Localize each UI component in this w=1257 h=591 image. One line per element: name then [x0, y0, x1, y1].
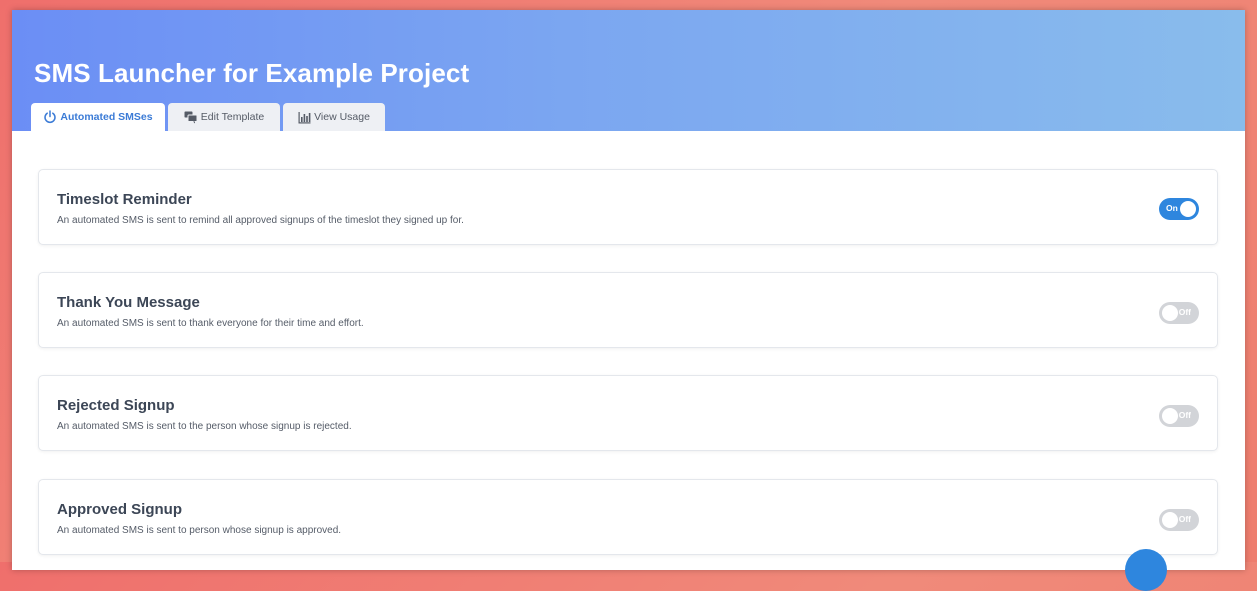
tab-automated-smses[interactable]: Automated SMSes — [31, 103, 165, 131]
toggle-knob — [1162, 512, 1178, 528]
automation-card-timeslot-reminder: Timeslot Reminder An automated SMS is se… — [38, 169, 1218, 245]
toggle-label: Off — [1178, 410, 1191, 420]
toggle-label: Off — [1178, 514, 1191, 524]
timeslot-reminder-toggle[interactable]: On — [1159, 198, 1199, 220]
toggle-knob — [1162, 305, 1178, 321]
card-description: An automated SMS is sent to the person w… — [57, 421, 352, 432]
toggle-knob — [1180, 201, 1196, 217]
approved-signup-toggle[interactable]: Off — [1159, 509, 1199, 531]
automation-card-rejected-signup: Rejected Signup An automated SMS is sent… — [38, 375, 1218, 451]
card-description: An automated SMS is sent to thank everyo… — [57, 318, 364, 329]
card-title: Thank You Message — [57, 294, 200, 311]
rejected-signup-toggle[interactable]: Off — [1159, 405, 1199, 427]
tab-view-usage[interactable]: View Usage — [283, 103, 385, 131]
toggle-knob — [1162, 408, 1178, 424]
card-description: An automated SMS is sent to person whose… — [57, 525, 342, 536]
toggle-label: Off — [1178, 307, 1191, 317]
thank-you-message-toggle[interactable]: Off — [1159, 302, 1199, 324]
tab-label: View Usage — [314, 111, 370, 123]
floating-action-button[interactable] — [1125, 549, 1167, 591]
card-title: Approved Signup — [57, 501, 182, 518]
page-title: SMS Launcher for Example Project — [34, 58, 470, 88]
automation-card-approved-signup: Approved Signup An automated SMS is sent… — [38, 479, 1218, 555]
tab-label: Edit Template — [200, 111, 265, 123]
app-window: SMS Launcher for Example Project Automat… — [12, 10, 1245, 570]
card-title: Rejected Signup — [57, 397, 175, 414]
power-icon — [43, 110, 57, 124]
automation-card-thank-you-message: Thank You Message An automated SMS is se… — [38, 272, 1218, 348]
message-icon — [184, 111, 198, 124]
bar-chart-icon — [298, 111, 311, 124]
card-description: An automated SMS is sent to remind all a… — [57, 215, 464, 226]
page-header: SMS Launcher for Example Project Automat… — [12, 10, 1245, 131]
tab-label: Automated SMSes — [60, 111, 153, 123]
tab-edit-template[interactable]: Edit Template — [168, 103, 280, 131]
card-title: Timeslot Reminder — [57, 191, 192, 208]
toggle-label: On — [1166, 203, 1178, 213]
